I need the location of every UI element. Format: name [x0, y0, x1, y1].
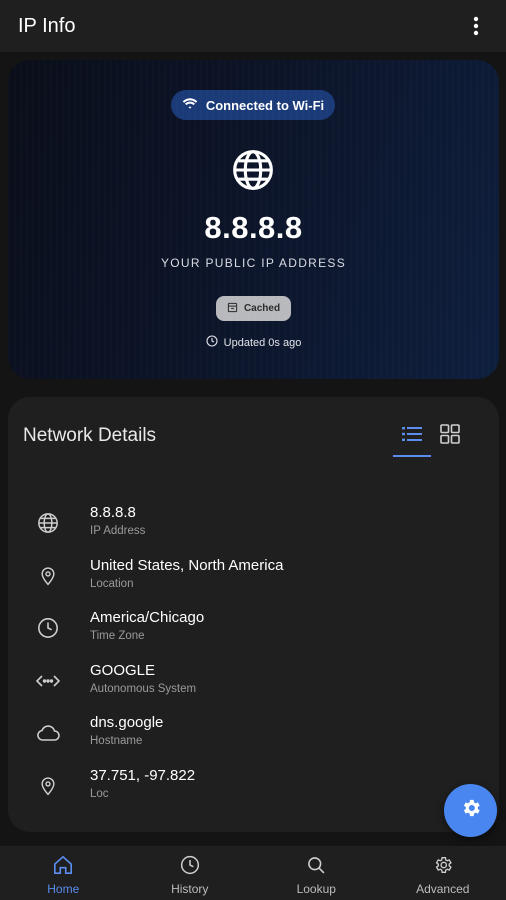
settings-fab[interactable]: [444, 784, 497, 837]
globe-icon: [231, 148, 275, 192]
nav-item-lookup[interactable]: Lookup: [253, 846, 380, 900]
nav-item-advanced[interactable]: Advanced: [380, 846, 506, 900]
updated-text: Updated 0s ago: [223, 336, 302, 349]
nav-item-home[interactable]: Home: [0, 846, 127, 900]
row-value: 8.8.8.8: [90, 504, 136, 521]
bottom-navigation: Home History Lookup Advanced: [0, 846, 506, 900]
nav-label: Lookup: [296, 882, 336, 896]
row-label: Time Zone: [90, 630, 145, 643]
more-vert-icon[interactable]: [464, 8, 488, 44]
row-value: 37.751, -97.822: [90, 766, 196, 784]
history-icon: [180, 855, 200, 880]
row-value: dns.google: [90, 714, 164, 732]
row-label: Hostname: [90, 735, 143, 748]
row-value: GOOGLE: [90, 661, 156, 679]
list-item[interactable]: 8.8.8.8 IP Address: [8, 501, 499, 554]
code-arrows-icon: [36, 669, 60, 693]
row-value: United States, North America: [90, 556, 284, 574]
nav-label: Home: [47, 882, 80, 896]
row-label: IP Address: [90, 525, 146, 537]
section-title: Network Details: [23, 425, 157, 446]
row-label: Location: [90, 577, 134, 590]
nav-item-history[interactable]: History: [127, 846, 254, 900]
search-icon: [306, 855, 326, 880]
updated-timestamp: Updated 0s ago: [8, 335, 499, 350]
row-label: Autonomous System: [90, 682, 197, 695]
clock-icon: [206, 335, 218, 350]
cloud-icon: [36, 721, 60, 745]
list-view-button[interactable]: [393, 421, 431, 457]
connection-status-pill: Connected to Wi-Fi: [171, 90, 335, 120]
wifi-icon: [182, 97, 198, 114]
settings-gear-icon: [460, 797, 482, 824]
clock-icon: [36, 616, 60, 640]
app-bar: IP Info: [0, 0, 506, 52]
list-item[interactable]: GOOGLE Autonomous System: [8, 659, 499, 712]
list-item[interactable]: dns.google Hostname: [8, 711, 499, 764]
details-list: 8.8.8.8 IP Address United States, North …: [8, 501, 499, 817]
app-title: IP Info: [18, 14, 76, 37]
list-item[interactable]: America/Chicago Time Zone: [8, 606, 499, 659]
public-ip-caption: YOUR PUBLIC IP ADDRESS: [160, 256, 347, 270]
public-ip-value: 8.8.8.8: [204, 210, 303, 245]
row-value: America/Chicago: [90, 609, 205, 627]
grid-view-button[interactable]: [431, 421, 469, 451]
gear-icon: [433, 855, 453, 880]
cached-badge: Cached: [216, 296, 291, 321]
archive-icon: [227, 302, 238, 316]
list-item[interactable]: United States, North America Location: [8, 554, 499, 607]
cached-label: Cached: [243, 303, 281, 314]
connection-status-text: Connected to Wi-Fi: [205, 97, 325, 113]
view-toggle: [393, 421, 469, 457]
globe-icon: [36, 511, 60, 535]
home-icon: [52, 855, 74, 880]
list-icon: [402, 426, 422, 447]
list-item[interactable]: 37.751, -97.822 Loc: [8, 764, 499, 817]
nav-label: Advanced: [416, 882, 470, 896]
location-pin-icon: [36, 564, 60, 588]
location-pin-icon: [36, 774, 60, 798]
nav-label: History: [171, 882, 209, 896]
row-label: Loc: [90, 787, 109, 800]
grid-icon: [440, 423, 460, 449]
ip-hero-card: Connected to Wi-Fi 8.8.8.8 YOUR PUBLIC I…: [8, 60, 499, 379]
network-details-card: Network Details 8.8.8.8 IP Address Unite…: [8, 397, 499, 832]
